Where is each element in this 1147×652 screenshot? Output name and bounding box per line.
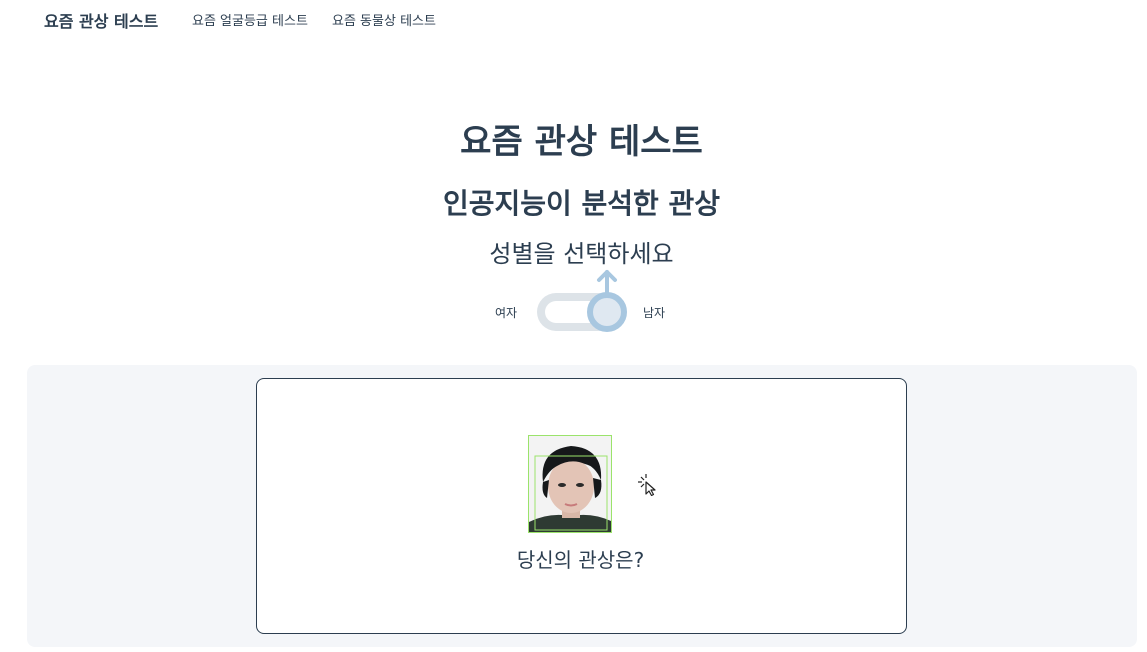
nav-link-face-grade[interactable]: 요즘 얼굴등급 테스트 — [192, 10, 308, 29]
top-nav: 요즘 관상 테스트 요즘 얼굴등급 테스트 요즘 동물상 테스트 — [0, 0, 1147, 36]
page-title: 요즘 관상 테스트 — [460, 122, 703, 162]
page-subtitle: 인공지능이 분석한 관상 — [442, 187, 721, 220]
nav-link-animal-face[interactable]: 요즘 동물상 테스트 — [332, 10, 436, 29]
gender-toggle-row: 여자 남자 — [0, 270, 1147, 332]
uploaded-face-photo — [528, 435, 612, 533]
male-label: 남자 — [643, 306, 666, 320]
gender-prompt: 성별을 선택하세요 — [489, 240, 674, 268]
female-label: 여자 — [495, 306, 518, 320]
gender-toggle-switch[interactable] — [537, 270, 627, 332]
nav-brand-link[interactable]: 요즘 관상 테스트 — [44, 8, 158, 32]
click-cursor-icon — [638, 474, 660, 500]
male-symbol-icon — [597, 270, 617, 298]
toggle-knob[interactable] — [587, 292, 627, 332]
result-prompt: 당신의 관상은? — [516, 548, 645, 572]
